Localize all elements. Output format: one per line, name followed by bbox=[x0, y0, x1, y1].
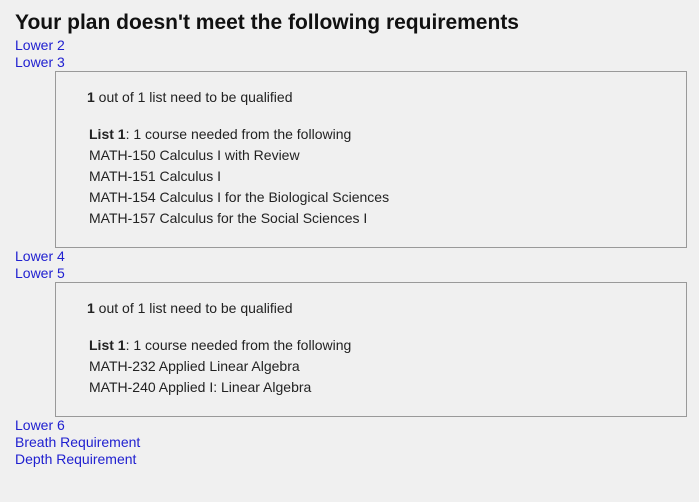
requirement-link-lower-2[interactable]: Lower 2 bbox=[15, 37, 687, 54]
lower-3-details-panel: 1 out of 1 list need to be qualified Lis… bbox=[55, 71, 687, 248]
qualified-text: out of 1 list need to be qualified bbox=[94, 300, 293, 316]
page-title: Your plan doesn't meet the following req… bbox=[15, 11, 519, 34]
list-label: List 1 bbox=[89, 126, 126, 142]
qualified-count: 1 bbox=[87, 300, 95, 316]
list-description: : 1 course needed from the following bbox=[125, 337, 352, 353]
course-item: MATH-151 Calculus I bbox=[89, 168, 222, 184]
requirement-link-lower-6[interactable]: Lower 6 bbox=[15, 417, 687, 434]
course-item: MATH-240 Applied I: Linear Algebra bbox=[89, 379, 312, 395]
requirement-link-lower-3[interactable]: Lower 3 bbox=[15, 54, 687, 71]
requirements-page: Your plan doesn't meet the following req… bbox=[15, 0, 687, 468]
qualified-summary: 1 out of 1 list need to be qualified bbox=[87, 298, 686, 319]
list-description: : 1 course needed from the following bbox=[125, 126, 352, 142]
course-item: MATH-150 Calculus I with Review bbox=[89, 147, 300, 163]
qualified-text: out of 1 list need to be qualified bbox=[94, 89, 293, 105]
requirement-link-depth[interactable]: Depth Requirement bbox=[15, 451, 687, 468]
course-item: MATH-154 Calculus I for the Biological S… bbox=[89, 189, 390, 205]
list-label: List 1 bbox=[89, 337, 126, 353]
course-item: MATH-232 Applied Linear Algebra bbox=[89, 358, 300, 374]
lower-5-details-panel: 1 out of 1 list need to be qualified Lis… bbox=[55, 282, 687, 417]
requirement-link-lower-4[interactable]: Lower 4 bbox=[15, 248, 687, 265]
qualified-summary: 1 out of 1 list need to be qualified bbox=[87, 87, 686, 108]
list-heading: List 1: 1 course needed from the followi… bbox=[87, 124, 686, 145]
course-item: MATH-157 Calculus for the Social Science… bbox=[89, 210, 368, 226]
qualified-count: 1 bbox=[87, 89, 95, 105]
requirement-link-breadth[interactable]: Breath Requirement bbox=[15, 434, 687, 451]
list-heading: List 1: 1 course needed from the followi… bbox=[87, 335, 686, 356]
requirement-link-lower-5[interactable]: Lower 5 bbox=[15, 265, 687, 282]
